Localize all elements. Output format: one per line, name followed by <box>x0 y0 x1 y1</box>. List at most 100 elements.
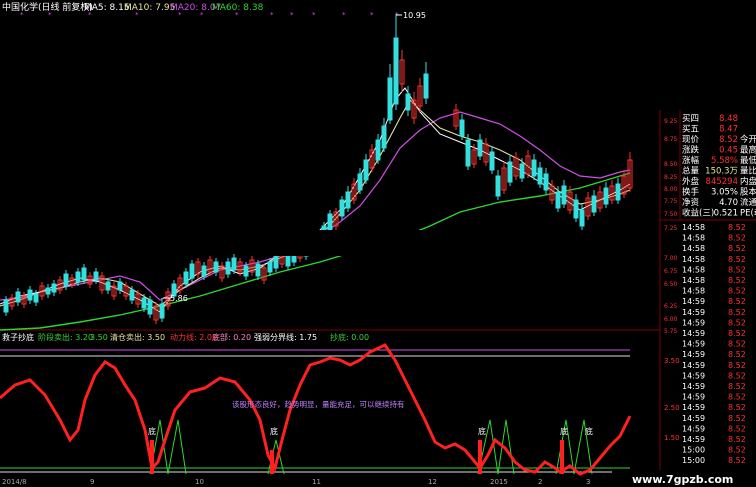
tick-time: 15:00 <box>682 446 705 455</box>
tick-time: 14:59 <box>682 318 705 327</box>
candle-body <box>63 273 69 287</box>
tick-price: 8.52 <box>728 340 746 349</box>
tick-price: 8.52 <box>728 403 746 412</box>
quote-label: 涨幅 <box>682 155 700 166</box>
price-tick: 7.25 <box>664 225 678 232</box>
quote-extra-label: 量比 <box>740 166 756 177</box>
date-tick: 10 <box>195 478 204 486</box>
tick-price: 8.52 <box>728 435 746 444</box>
tick-time: 14:59 <box>682 403 705 412</box>
candle-body <box>495 175 501 197</box>
indicator-v5: 底部: 0.20 <box>212 332 251 342</box>
candle-body <box>555 191 561 209</box>
tick-time: 14:58 <box>682 287 705 296</box>
candle-body <box>267 261 273 273</box>
signal-star: * <box>370 11 374 19</box>
quote-label: 收益(三) <box>682 208 714 219</box>
tick-time: 14:58 <box>682 265 705 274</box>
candle-body <box>189 263 195 279</box>
tick-time: 14:59 <box>682 414 705 423</box>
candle-body <box>231 257 237 271</box>
tick-time: 14:59 <box>682 393 705 402</box>
candle-body <box>147 299 153 315</box>
price-tick: 6.75 <box>664 268 678 275</box>
price-tick: 8.00 <box>664 186 678 193</box>
candle-body <box>357 173 363 191</box>
candle-body <box>561 185 567 205</box>
quote-label: 总量 <box>682 166 700 177</box>
stock-chart[interactable]: 中国化学(日线 前复权) MA5: 8.15 MA10: 7.95 MA20: … <box>0 0 756 487</box>
candle-body <box>519 163 525 179</box>
quote-value: 3.05% <box>711 188 738 198</box>
redaction-box <box>258 230 498 256</box>
quote-value: 8.47 <box>719 125 738 135</box>
candle-body <box>327 213 333 231</box>
signal-star: * <box>342 11 346 19</box>
ind-tick-3: 1.50 <box>664 434 680 442</box>
candle-body <box>537 167 543 185</box>
candle-body <box>579 209 585 227</box>
price-tick: 8.75 <box>664 136 678 143</box>
candle-body <box>573 199 579 219</box>
tick-price: 8.52 <box>728 371 746 380</box>
candle-body <box>45 287 51 295</box>
indicator-v3: 清仓卖出: 3.50 <box>110 332 165 342</box>
tick-time: 14:59 <box>682 435 705 444</box>
price-axis: 9.25 8.75 8.50 8.25 8.00 7.75 7.50 7.25 7.00 6.75… <box>664 118 678 335</box>
tick-price: 8.52 <box>728 350 746 359</box>
bottom-signal-4: 底 <box>560 426 568 436</box>
date-tick: 3 <box>586 478 590 486</box>
date-tick: 2014/8 <box>2 478 27 486</box>
candle-body <box>117 281 123 291</box>
candle-body <box>27 289 33 301</box>
tick-time: 14:59 <box>682 382 705 391</box>
candle-body <box>159 303 165 319</box>
quote-label: 买四 <box>682 114 699 124</box>
tick-list: 14:58 8.52 14:58 8.52 14:58 8.52 14:58 8.52 14:5… <box>682 223 746 465</box>
quote-extra-label: 内盘 <box>740 176 756 187</box>
indicator-v2: 3.50 <box>90 333 108 342</box>
price-tick: 7.75 <box>664 198 678 205</box>
candle-body <box>105 281 111 291</box>
signal-star: * <box>20 11 24 19</box>
quote-label: 现价 <box>682 135 700 145</box>
quote-value: 0.521 <box>714 209 738 219</box>
candle-body <box>255 263 261 277</box>
candle-body <box>201 265 207 277</box>
price-tick: 7.50 <box>664 211 678 218</box>
tick-time: 14:59 <box>682 371 705 380</box>
quote-panel: 买四 8.48 买五 8.47 现价 8.52 今开涨跌 0.45 最高涨幅 5.58% 最低总量 1… <box>682 114 756 219</box>
tick-price: 8.52 <box>728 329 746 338</box>
candle-body <box>285 255 291 267</box>
candle-body <box>129 289 135 301</box>
tick-price: 8.52 <box>728 287 746 296</box>
candle-body <box>375 139 381 161</box>
candle-body <box>33 293 39 303</box>
candle-body <box>183 271 189 285</box>
date-tick: 11 <box>312 478 321 486</box>
tick-time: 14:58 <box>682 223 705 232</box>
tick-time: 14:59 <box>682 361 705 370</box>
quote-value: 150.3万 <box>705 167 738 177</box>
quote-value: 8.48 <box>719 114 738 124</box>
high-label: 10.95 <box>403 11 426 20</box>
tick-price: 8.52 <box>728 276 746 285</box>
quote-extra-label: 最低 <box>740 155 756 166</box>
low-label: 5.86 <box>170 294 188 303</box>
quote-extra-label: PE(动 <box>740 208 756 219</box>
tick-time: 14:59 <box>682 297 705 306</box>
signal-star: * <box>178 11 182 19</box>
candle-body <box>393 37 399 105</box>
quote-value: 5.58% <box>711 156 738 166</box>
tick-price: 8.52 <box>728 424 746 433</box>
candle-body <box>3 299 9 313</box>
candle-body <box>273 255 279 269</box>
candle-body <box>75 271 81 283</box>
tick-price: 8.52 <box>728 414 746 423</box>
quote-label: 换手 <box>682 187 700 198</box>
tick-time: 14:59 <box>682 340 705 349</box>
price-tick: 9.25 <box>664 118 678 125</box>
tick-time: 14:59 <box>682 424 705 433</box>
quote-value: 8.52 <box>719 135 738 145</box>
tick-time: 14:58 <box>682 255 705 264</box>
